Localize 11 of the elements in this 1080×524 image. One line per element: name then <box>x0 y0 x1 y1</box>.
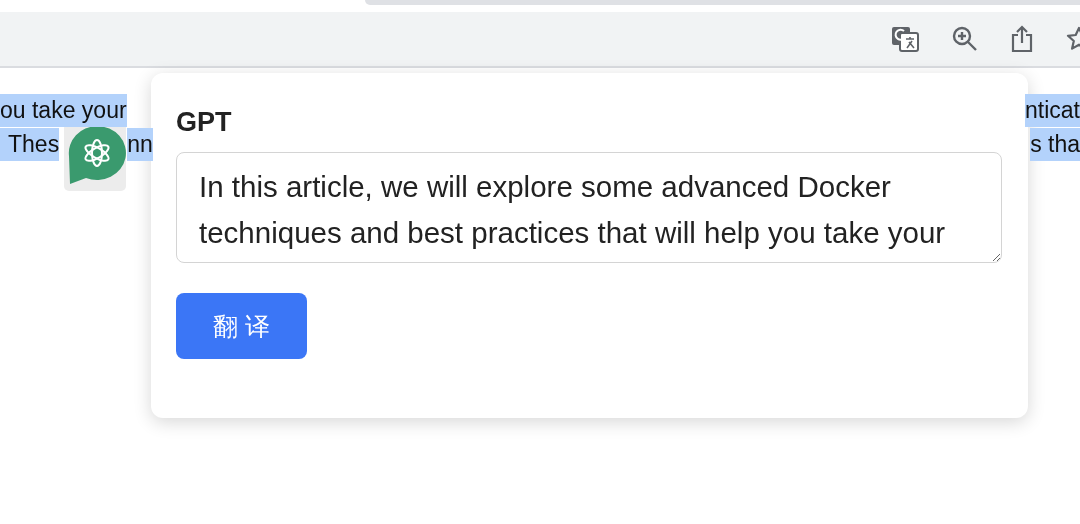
popup-title: GPT <box>176 107 233 138</box>
translate-button[interactable]: 翻 译 <box>176 293 307 359</box>
share-icon[interactable] <box>1011 25 1033 53</box>
article-text: Thes <box>0 127 60 161</box>
article-text: s tha <box>1030 127 1080 161</box>
article-text: ou take your <box>0 93 127 127</box>
article-text: nticat <box>1025 93 1080 127</box>
text-field[interactable]: In this article, we will explore some advanced Docker techniques and best practices that will help you take your <box>176 152 1002 263</box>
translate-icon[interactable] <box>891 26 919 52</box>
article-text: nn <box>127 127 153 161</box>
zoom-in-icon[interactable] <box>952 26 978 52</box>
